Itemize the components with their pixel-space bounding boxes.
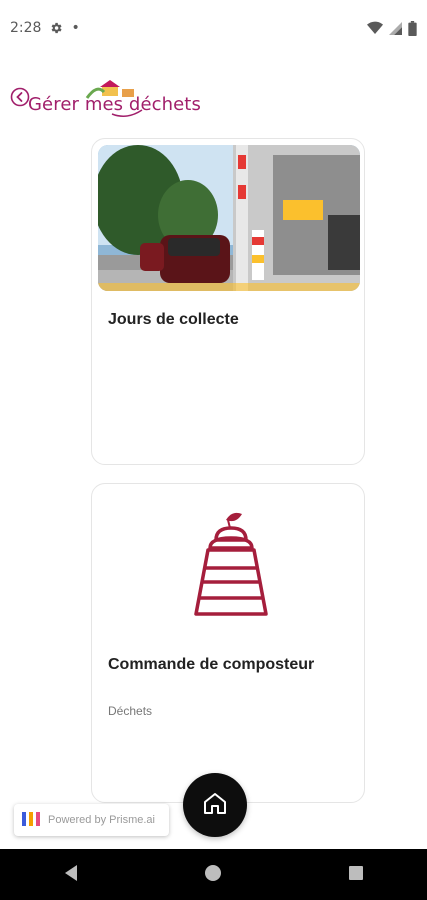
back-button[interactable] xyxy=(10,87,30,107)
home-icon xyxy=(202,791,228,819)
composter-icon xyxy=(186,510,276,620)
home-circle-icon[interactable] xyxy=(204,864,222,886)
card-commande-de-composteur[interactable]: Commande de composteur Déchets xyxy=(91,483,365,803)
wifi-icon xyxy=(367,21,383,35)
status-bar: 2:28 • xyxy=(0,0,427,56)
card-title: Commande de composteur xyxy=(108,656,315,673)
home-button[interactable] xyxy=(183,773,247,837)
prisme-logo-icon xyxy=(22,811,40,829)
battery-icon xyxy=(408,20,417,36)
header: Gérer mes déchets xyxy=(10,80,270,126)
system-navigation-bar xyxy=(0,849,427,900)
status-right xyxy=(367,20,417,36)
status-time: 2:28 xyxy=(10,20,42,36)
garbage-truck-photo xyxy=(98,145,360,291)
recents-square-icon[interactable] xyxy=(348,865,364,885)
status-left: 2:28 • xyxy=(10,20,80,36)
powered-by-badge[interactable]: Powered by Prisme.ai xyxy=(14,804,169,836)
back-triangle-icon[interactable] xyxy=(63,864,79,886)
cell-signal-icon xyxy=(389,21,402,35)
card-category: Déchets xyxy=(108,704,153,718)
settings-gear-icon xyxy=(49,21,63,35)
card-title: Jours de collecte xyxy=(108,311,239,328)
notification-dot: • xyxy=(71,20,80,36)
page-title: Gérer mes déchets xyxy=(28,94,201,115)
card-jours-de-collecte[interactable]: Jours de collecte xyxy=(91,138,365,465)
powered-by-label: Powered by Prisme.ai xyxy=(48,814,155,826)
